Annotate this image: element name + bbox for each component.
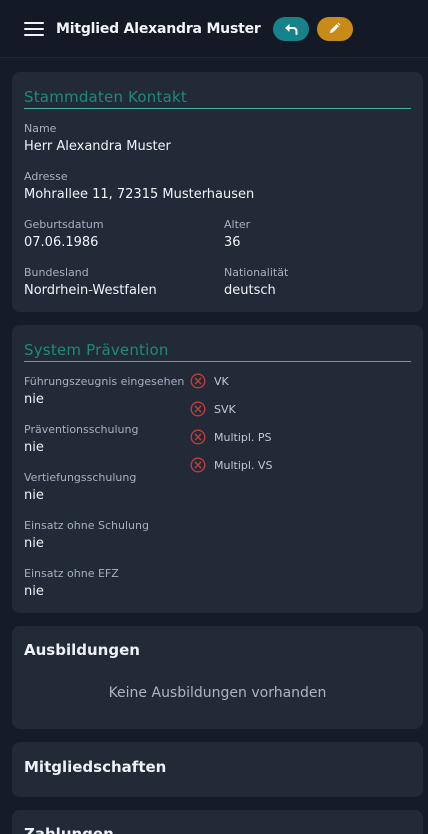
name-label: Name (24, 122, 57, 135)
address-value: Mohrallee 11, 72315 Musterhausen (24, 187, 255, 202)
flag-multipl-vs-label: Multipl. VS (214, 458, 273, 472)
age-value: 36 (224, 235, 241, 250)
flag-multipl-vs: Multipl. VS (190, 457, 272, 473)
reply-arrow-icon (284, 23, 298, 35)
fuehrungszeugnis-value: nie (24, 392, 44, 407)
edit-button[interactable] (316, 16, 353, 41)
ausbildungen-heading: Ausbildungen (24, 641, 140, 659)
nationality-value: deutsch (224, 283, 276, 298)
zahlungen-card[interactable]: Zahlungen (12, 810, 423, 834)
x-circle-icon (190, 457, 206, 473)
state-value: Nordrhein-Westfalen (24, 283, 157, 298)
fuehrungszeugnis-label: Führungszeugnis eingesehen (24, 375, 185, 388)
flag-vk-label: VK (214, 374, 229, 388)
praevention-section-title: System Prävention (24, 341, 411, 362)
top-bar: Mitglied Alexandra Muster (0, 0, 428, 58)
age-label: Alter (224, 218, 251, 231)
birthdate-label: Geburtsdatum (24, 218, 104, 231)
x-circle-icon (190, 429, 206, 445)
birthdate-value: 07.06.1986 (24, 235, 99, 250)
praeventionsschulung-label: Präventionsschulung (24, 423, 139, 436)
einsatz-ohne-schulung-label: Einsatz ohne Schulung (24, 519, 149, 532)
page-title: Mitglied Alexandra Muster (56, 20, 261, 37)
stammdaten-card: Stammdaten Kontakt Name Herr Alexandra M… (12, 72, 423, 312)
ausbildungen-empty-message: Keine Ausbildungen vorhanden (108, 685, 327, 701)
mitgliedschaften-card[interactable]: Mitgliedschaften (12, 742, 423, 797)
x-circle-icon (190, 401, 206, 417)
flag-multipl-ps: Multipl. PS (190, 429, 272, 445)
ausbildungen-card: Ausbildungen Keine Ausbildungen vorhande… (12, 626, 423, 729)
praevention-card: System Prävention Führungszeugnis einges… (12, 325, 423, 613)
einsatz-ohne-schulung-value: nie (24, 536, 44, 551)
flag-vk: VK (190, 373, 229, 389)
flag-svk: SVK (190, 401, 236, 417)
stammdaten-section-title: Stammdaten Kontakt (24, 88, 411, 109)
address-label: Adresse (24, 170, 68, 183)
flag-multipl-ps-label: Multipl. PS (214, 430, 272, 444)
vertiefungsschulung-value: nie (24, 488, 44, 503)
zahlungen-heading: Zahlungen (24, 825, 114, 834)
pencil-icon (330, 22, 341, 33)
nationality-label: Nationalität (224, 266, 289, 279)
mitgliedschaften-heading: Mitgliedschaften (24, 758, 167, 776)
name-value: Herr Alexandra Muster (24, 139, 171, 154)
state-label: Bundesland (24, 266, 89, 279)
einsatz-ohne-efz-value: nie (24, 584, 44, 599)
x-circle-icon (190, 373, 206, 389)
hamburger-menu-icon[interactable] (24, 21, 44, 36)
praeventionsschulung-value: nie (24, 440, 44, 455)
flag-svk-label: SVK (214, 402, 236, 416)
einsatz-ohne-efz-label: Einsatz ohne EFZ (24, 567, 119, 580)
vertiefungsschulung-label: Vertiefungsschulung (24, 471, 137, 484)
back-button[interactable] (272, 16, 309, 41)
